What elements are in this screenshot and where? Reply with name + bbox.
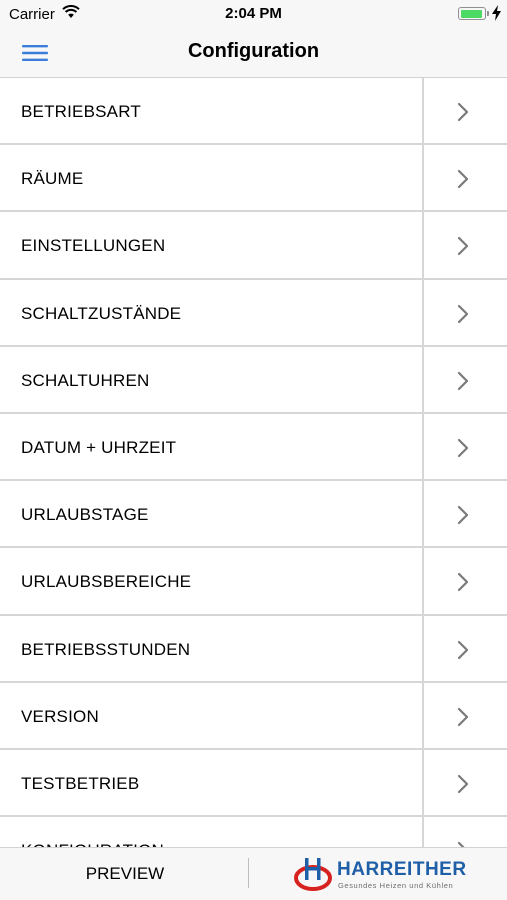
menu-row-label: URLAUBSTAGE bbox=[21, 505, 149, 525]
chevron-right-icon[interactable] bbox=[456, 505, 470, 525]
chevron-right-icon[interactable] bbox=[456, 438, 470, 458]
menu-row[interactable]: SCHALTZUSTÄNDE bbox=[0, 279, 507, 347]
row-divider bbox=[422, 212, 424, 278]
menu-row[interactable]: BETRIEBSSTUNDEN bbox=[0, 615, 507, 683]
menu-row-label: RÄUME bbox=[21, 169, 84, 189]
menu-row-label: URLAUBSBEREICHE bbox=[21, 572, 192, 592]
menu-row[interactable]: URLAUBSTAGE bbox=[0, 481, 507, 549]
chevron-right-icon[interactable] bbox=[456, 371, 470, 391]
configuration-menu-list[interactable]: BETRIEBSART RÄUME EINSTELLUNGEN SCHALTZUSTÄ… bbox=[0, 78, 507, 847]
chevron-right-icon[interactable] bbox=[456, 774, 470, 794]
menu-row[interactable]: TESTBETRIEB bbox=[0, 749, 507, 818]
menu-row[interactable]: SCHALTUHREN bbox=[0, 346, 507, 414]
menu-row-label: BETRIEBSSTUNDEN bbox=[21, 639, 191, 659]
menu-row[interactable]: VERSION bbox=[0, 682, 507, 750]
footer-divider bbox=[248, 858, 249, 888]
chevron-right-icon[interactable] bbox=[456, 707, 470, 727]
charging-bolt-icon bbox=[492, 5, 501, 21]
logo-wordmark: HARREITHER bbox=[337, 859, 467, 880]
menu-row[interactable]: RÄUME bbox=[0, 145, 507, 213]
row-divider bbox=[422, 481, 424, 547]
harreither-logo: HARREITHER Gesundes Heizen und Kühlen bbox=[293, 856, 466, 894]
menu-row[interactable]: KONFIGURATION bbox=[0, 817, 507, 847]
harreither-logo-mark-icon bbox=[294, 858, 332, 891]
menu-row-label: DATUM + UHRZEIT bbox=[21, 437, 177, 457]
row-divider bbox=[422, 413, 424, 480]
menu-row[interactable]: URLAUBSBEREICHE bbox=[0, 548, 507, 616]
menu-row[interactable]: DATUM + UHRZEIT bbox=[0, 413, 507, 482]
row-divider bbox=[422, 346, 424, 412]
menu-row-label: SCHALTUHREN bbox=[21, 370, 150, 390]
logo-tagline: Gesundes Heizen und Kühlen bbox=[338, 881, 454, 890]
menu-row-label: TESTBETRIEB bbox=[21, 773, 140, 793]
row-divider bbox=[422, 548, 424, 614]
battery-level bbox=[460, 9, 483, 18]
footer-bar: PREVIEW HARREITHER Gesundes Heizen und K… bbox=[0, 847, 507, 900]
battery-tip bbox=[487, 11, 489, 16]
chevron-right-icon[interactable] bbox=[456, 304, 470, 324]
row-divider bbox=[422, 817, 424, 847]
menu-row-label: SCHALTZUSTÄNDE bbox=[21, 303, 182, 323]
chevron-right-icon[interactable] bbox=[456, 102, 470, 122]
row-divider bbox=[422, 279, 424, 345]
row-divider bbox=[422, 682, 424, 748]
page-title: Configuration bbox=[187, 40, 320, 62]
row-divider bbox=[422, 749, 424, 816]
menu-row-label: VERSION bbox=[21, 706, 99, 726]
chevron-right-icon[interactable] bbox=[456, 572, 470, 592]
preview-button[interactable]: PREVIEW bbox=[0, 848, 250, 900]
menu-row-label: BETRIEBSART bbox=[21, 102, 141, 121]
menu-row[interactable]: EINSTELLUNGEN bbox=[0, 212, 507, 280]
row-divider bbox=[422, 615, 424, 681]
menu-row[interactable]: BETRIEBSART bbox=[0, 78, 507, 146]
row-divider bbox=[422, 145, 424, 211]
navigation-bar: Configuration bbox=[0, 28, 507, 78]
menu-row-label: EINSTELLUNGEN bbox=[21, 236, 166, 256]
chevron-right-icon[interactable] bbox=[456, 640, 470, 660]
status-bar: Carrier 2:04 PM bbox=[0, 0, 507, 28]
battery-icon bbox=[458, 7, 486, 20]
status-time: 2:04 PM bbox=[225, 5, 282, 22]
chevron-right-icon[interactable] bbox=[456, 236, 470, 256]
row-divider bbox=[422, 78, 424, 144]
chevron-right-icon[interactable] bbox=[456, 169, 470, 189]
